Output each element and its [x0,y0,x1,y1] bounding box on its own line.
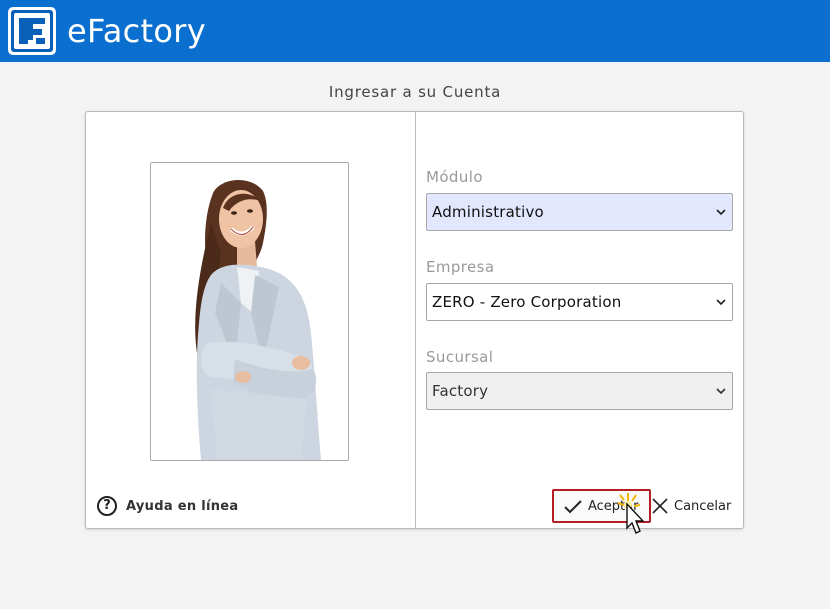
help-online-label: Ayuda en línea [126,498,239,514]
checkmark-icon [564,500,582,514]
help-online-link[interactable]: ? Ayuda en línea [97,495,239,517]
chevron-down-icon [716,388,726,395]
branch-select-value: Factory [432,382,489,400]
question-circle-icon: ? [97,496,117,516]
app-title: eFactory [67,12,206,50]
cancel-button-label: Cancelar [674,498,732,514]
efactory-logo [8,7,56,55]
close-icon [652,498,668,514]
user-photo [150,162,349,461]
login-title: Ingresar a su Cuenta [328,83,502,101]
module-select[interactable]: Administrativo [426,193,733,231]
card-divider [415,112,416,528]
chevron-down-icon [716,209,726,216]
app-header: eFactory [0,0,830,62]
login-card: ? Ayuda en línea Módulo Administrativo E… [85,111,744,529]
mouse-cursor-icon [617,493,645,534]
cancel-button[interactable]: Cancelar [652,495,731,517]
chevron-down-icon [716,299,726,306]
company-label: Empresa [426,258,495,276]
module-select-value: Administrativo [432,203,544,221]
module-label: Módulo [426,168,483,186]
company-select[interactable]: ZERO - Zero Corporation [426,283,733,321]
company-select-value: ZERO - Zero Corporation [432,293,622,311]
branch-label: Sucursal [426,348,494,366]
branch-select[interactable]: Factory [426,372,733,410]
